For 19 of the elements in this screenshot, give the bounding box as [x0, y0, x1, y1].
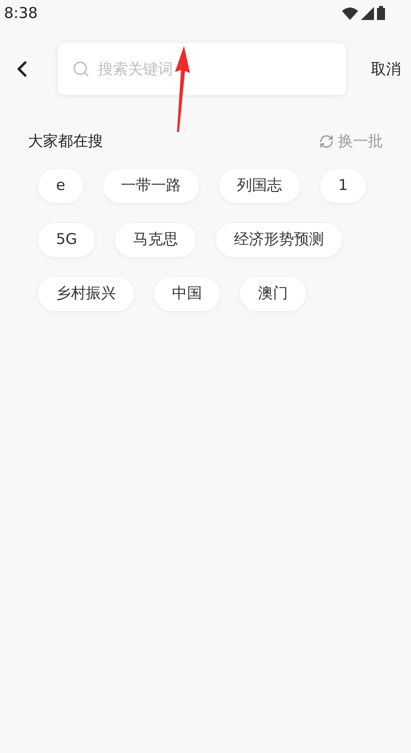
refresh-icon [319, 134, 334, 149]
search-tag[interactable]: 中国 [154, 276, 220, 310]
search-field[interactable]: 搜索关键词 [58, 43, 346, 95]
search-tag[interactable]: 马克思 [115, 222, 196, 256]
status-time: 8:38 [4, 2, 38, 24]
cancel-button[interactable]: 取消 [371, 58, 401, 80]
signal-icon [361, 6, 374, 20]
search-tag[interactable]: 乡村振兴 [38, 276, 134, 310]
search-tag[interactable]: 1 [320, 168, 366, 202]
wifi-icon [342, 6, 358, 20]
search-tag[interactable]: 一带一路 [103, 168, 200, 202]
battery-icon [377, 6, 385, 20]
search-tag[interactable]: e [38, 168, 84, 202]
search-tag[interactable]: 5G [38, 222, 96, 256]
search-tag[interactable]: 经济形势预测 [216, 222, 342, 256]
search-tag[interactable]: 列国志 [219, 168, 300, 202]
search-icon [72, 60, 90, 78]
section-title: 大家都在搜 [28, 131, 103, 152]
search-tag[interactable]: 澳门 [240, 276, 306, 310]
